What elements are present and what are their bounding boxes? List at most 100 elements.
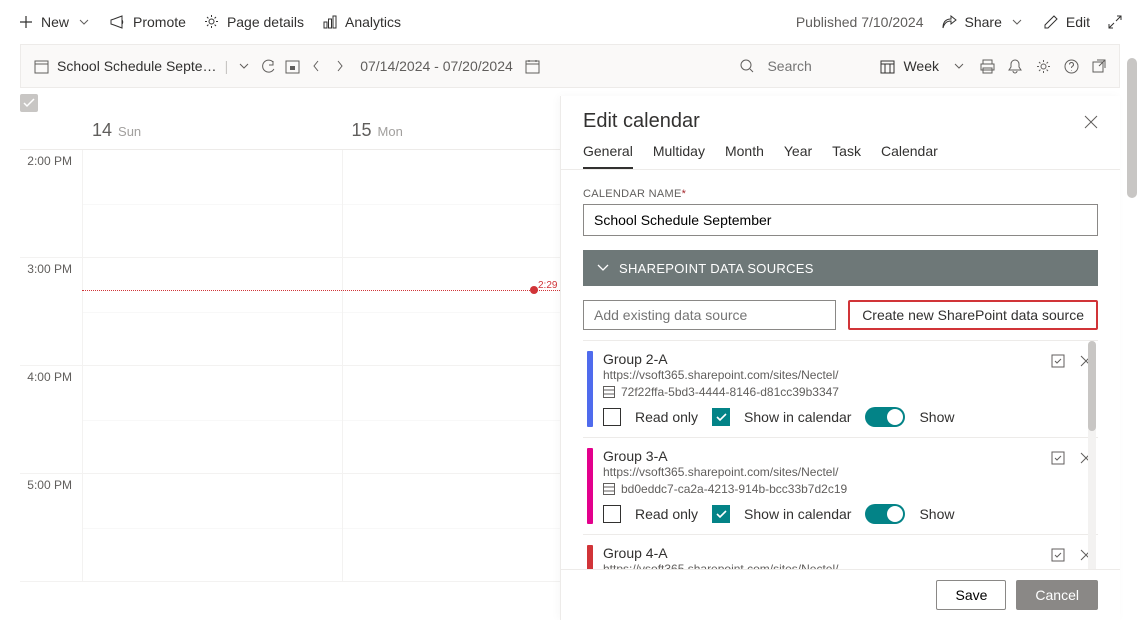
page-details-label: Page details: [227, 14, 304, 30]
datasource-id: bd0eddc7-ca2a-4213-914b-bcc33b7d2c19: [603, 482, 1040, 496]
panel-header: Edit calendar: [561, 96, 1120, 133]
calendar-title-area: School Schedule Septe… |: [33, 58, 348, 74]
plus-icon: [18, 14, 34, 30]
datasource-color: [587, 545, 593, 569]
gear-icon: [204, 14, 220, 30]
showcal-checkbox[interactable]: [712, 505, 730, 523]
tab-general[interactable]: General: [583, 143, 633, 169]
promote-button[interactable]: Promote: [110, 14, 186, 30]
megaphone-icon: [110, 14, 126, 30]
analytics-label: Analytics: [345, 14, 401, 30]
show-toggle[interactable]: [865, 407, 905, 427]
list-scrollthumb[interactable]: [1088, 341, 1096, 431]
showcal-checkbox[interactable]: [712, 408, 730, 426]
datasource-color: [587, 448, 593, 524]
time-slot[interactable]: [82, 258, 342, 365]
hour-label: 5:00 PM: [20, 474, 82, 581]
search-icon[interactable]: [739, 58, 755, 74]
edit-calendar-panel: Edit calendar General Multiday Month Yea…: [560, 96, 1120, 620]
edit-button[interactable]: Edit: [1043, 14, 1090, 30]
readonly-checkbox[interactable]: [603, 408, 621, 426]
tab-year[interactable]: Year: [784, 143, 812, 169]
showcal-label: Show in calendar: [744, 409, 851, 425]
save-button[interactable]: Save: [936, 580, 1006, 610]
datasource-id: 72f22ffa-5bd3-4444-8146-d81cc39b3347: [603, 385, 1040, 399]
share-label: Share: [965, 14, 1002, 30]
datasource-name: Group 2-A: [603, 351, 1040, 367]
chevron-down-icon: [76, 14, 92, 30]
bell-icon[interactable]: [1007, 58, 1023, 74]
datasources-section-header[interactable]: SHAREPOINT DATA SOURCES: [583, 250, 1098, 286]
page-scrollbar[interactable]: [1127, 58, 1137, 198]
tab-task[interactable]: Task: [832, 143, 861, 169]
tab-multiday[interactable]: Multiday: [653, 143, 705, 169]
close-icon[interactable]: [1084, 115, 1098, 129]
chevron-down-icon: [1009, 14, 1025, 30]
datasource-item: Group 4-Ahttps://vsoft365.sharepoint.com…: [583, 535, 1098, 569]
page-details-button[interactable]: Page details: [204, 14, 304, 30]
readonly-label: Read only: [635, 409, 698, 425]
show-toggle[interactable]: [865, 504, 905, 524]
new-button[interactable]: New: [18, 14, 92, 30]
settings-icon[interactable]: [1035, 58, 1051, 74]
time-slot[interactable]: [82, 150, 342, 257]
section-title: SHAREPOINT DATA SOURCES: [619, 261, 814, 276]
time-slot[interactable]: [82, 474, 342, 581]
share-icon: [942, 14, 958, 30]
calendar-toolbar: School Schedule Septe… | 07/14/2024 - 07…: [20, 44, 1120, 88]
print-icon[interactable]: [979, 58, 995, 74]
hour-label: 4:00 PM: [20, 366, 82, 473]
promote-label: Promote: [133, 14, 186, 30]
panel-title: Edit calendar: [583, 110, 1084, 133]
view-label: Week: [903, 58, 939, 74]
cancel-button[interactable]: Cancel: [1016, 580, 1098, 610]
day-header[interactable]: 14Sun: [82, 112, 342, 149]
today-icon[interactable]: [284, 58, 300, 74]
datasource-url: https://vsoft365.sharepoint.com/sites/Ne…: [603, 465, 1040, 479]
panel-footer: Save Cancel: [561, 569, 1120, 620]
calendar-name-label: CALENDAR NAME*: [583, 188, 1098, 200]
datasource-options: Read only Show in calendar Show: [603, 407, 1040, 427]
next-icon[interactable]: [332, 58, 348, 74]
create-datasource-button[interactable]: Create new SharePoint data source: [848, 300, 1098, 330]
select-all-checkbox[interactable]: [20, 94, 38, 112]
view-selector[interactable]: Week: [879, 58, 939, 74]
edit-datasource-icon[interactable]: [1050, 547, 1066, 563]
showcal-label: Show in calendar: [744, 506, 851, 522]
expand-icon[interactable]: [1108, 15, 1122, 29]
datasource-url: https://vsoft365.sharepoint.com/sites/Ne…: [603, 368, 1040, 382]
calendar-name-input[interactable]: [583, 204, 1098, 236]
hour-label: 3:00 PM: [20, 258, 82, 365]
search-input[interactable]: [767, 58, 867, 74]
add-datasource-input[interactable]: [583, 300, 836, 330]
edit-datasource-icon[interactable]: [1050, 353, 1066, 369]
datasource-options: Read only Show in calendar Show: [603, 504, 1040, 524]
time-slot[interactable]: [82, 366, 342, 473]
cmdbar-right: Published 7/10/2024 Share Edit: [796, 14, 1122, 30]
share-button[interactable]: Share: [942, 14, 1025, 30]
panel-tabs: General Multiday Month Year Task Calenda…: [561, 133, 1120, 170]
published-label: Published 7/10/2024: [796, 14, 924, 30]
chevron-down-icon[interactable]: [951, 58, 967, 74]
tab-month[interactable]: Month: [725, 143, 764, 169]
readonly-checkbox[interactable]: [603, 505, 621, 523]
readonly-label: Read only: [635, 506, 698, 522]
panel-body: CALENDAR NAME* SHAREPOINT DATA SOURCES C…: [561, 170, 1120, 569]
tab-calendar[interactable]: Calendar: [881, 143, 938, 169]
edit-datasource-icon[interactable]: [1050, 450, 1066, 466]
help-icon[interactable]: [1063, 58, 1079, 74]
now-dot: [530, 286, 538, 294]
prev-icon[interactable]: [308, 58, 324, 74]
refresh-icon[interactable]: [260, 58, 276, 74]
open-icon[interactable]: [1091, 58, 1107, 74]
analytics-button[interactable]: Analytics: [322, 14, 401, 30]
pencil-icon: [1043, 14, 1059, 30]
chevron-down-icon[interactable]: [236, 58, 252, 74]
show-label: Show: [919, 409, 954, 425]
datasource-url: https://vsoft365.sharepoint.com/sites/Ne…: [603, 562, 1040, 569]
calendar-title-icon: [33, 58, 49, 74]
show-label: Show: [919, 506, 954, 522]
calendar-title: School Schedule Septe…: [57, 58, 217, 74]
list-icon: [603, 386, 615, 398]
date-picker-icon[interactable]: [525, 58, 541, 74]
